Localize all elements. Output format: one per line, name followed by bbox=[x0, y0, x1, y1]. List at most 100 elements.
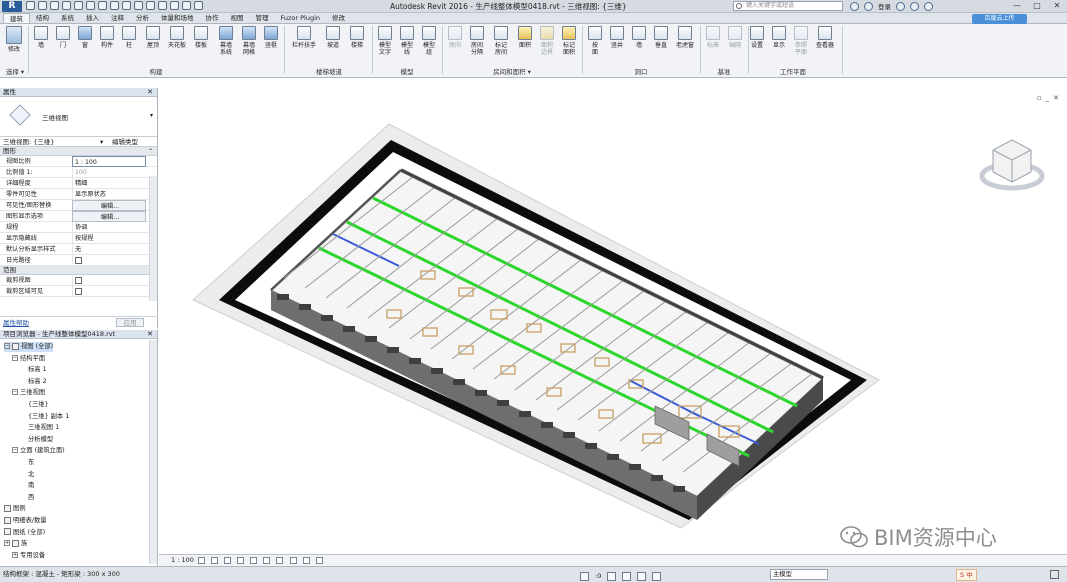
wall-button[interactable]: 墙 bbox=[30, 26, 52, 49]
properties-scrollbar[interactable] bbox=[149, 176, 157, 301]
minimize-button[interactable]: — bbox=[1007, 0, 1027, 13]
browser-tree-item[interactable]: 标高 1 bbox=[28, 365, 47, 375]
checkbox[interactable] bbox=[75, 277, 82, 284]
help-search-input[interactable]: 键入关键字或短语 bbox=[733, 1, 843, 11]
show-workplane-button[interactable]: 显示 bbox=[768, 26, 790, 49]
collapse-icon[interactable]: ⌃ bbox=[148, 147, 153, 156]
select-group-label[interactable]: 选择 ▾ bbox=[3, 66, 27, 76]
property-value[interactable]: 按规程 bbox=[72, 233, 146, 244]
thin-lines-icon[interactable] bbox=[158, 1, 167, 10]
close-button[interactable]: ✕ bbox=[1047, 0, 1067, 13]
area-button[interactable]: 面积 bbox=[514, 26, 536, 49]
apply-button[interactable]: 应用 bbox=[116, 318, 144, 327]
chevron-down-icon[interactable]: ▾ bbox=[100, 137, 103, 147]
room-button[interactable]: 房间 bbox=[444, 26, 466, 49]
exchange-icon[interactable] bbox=[896, 1, 905, 11]
user-icon[interactable] bbox=[864, 1, 873, 11]
save-icon[interactable] bbox=[38, 1, 47, 10]
crop-icon[interactable] bbox=[263, 556, 271, 564]
dimension-icon[interactable] bbox=[98, 1, 107, 10]
component-button[interactable]: 构件 bbox=[96, 26, 118, 49]
viewer-button[interactable]: 查看器 bbox=[812, 26, 838, 49]
revit-logo-icon[interactable]: R bbox=[2, 1, 22, 12]
collapse-icon[interactable]: − bbox=[4, 343, 10, 349]
tab-insert[interactable]: 插入 bbox=[80, 13, 105, 23]
view-scale[interactable]: 1 : 100 bbox=[171, 556, 194, 564]
browser-tree-item[interactable]: − 结构平面 bbox=[12, 354, 45, 364]
area-boundary-button[interactable]: 面积 边界 bbox=[536, 26, 558, 56]
column-button[interactable]: 柱 bbox=[118, 26, 140, 49]
a360-icon[interactable] bbox=[910, 1, 919, 11]
browser-tree-item[interactable]: − 视图 (全部) bbox=[4, 342, 54, 352]
customize-icon[interactable] bbox=[194, 1, 203, 10]
modify-button[interactable]: 修改 bbox=[3, 26, 25, 53]
dormer-button[interactable]: 老虎窗 bbox=[672, 26, 698, 49]
filter-icon[interactable] bbox=[1050, 570, 1059, 579]
shadows-icon[interactable] bbox=[237, 556, 245, 564]
collapse-icon[interactable]: − bbox=[12, 389, 18, 396]
measure-icon[interactable] bbox=[86, 1, 95, 10]
lock-view-icon[interactable] bbox=[289, 556, 297, 564]
room-area-group-label[interactable]: 房间和面积 ▾ bbox=[444, 66, 580, 76]
property-checkbox-cell[interactable] bbox=[72, 275, 146, 286]
tag-icon[interactable] bbox=[110, 1, 119, 10]
viewcube[interactable] bbox=[977, 132, 1047, 202]
help-icon[interactable] bbox=[924, 1, 933, 11]
railing-button[interactable]: 栏杆扶手 bbox=[290, 26, 318, 49]
visual-style-icon[interactable] bbox=[211, 556, 219, 564]
property-value[interactable]: 精细 bbox=[72, 178, 146, 189]
detail-level-icon[interactable] bbox=[197, 556, 205, 564]
browser-tree-item[interactable]: + 族 bbox=[4, 539, 27, 549]
login-label[interactable]: 登录 bbox=[878, 1, 891, 11]
browser-tree-item[interactable]: + 专用设备 bbox=[12, 551, 45, 561]
door-button[interactable]: 门 bbox=[52, 26, 74, 49]
render-icon[interactable] bbox=[250, 556, 258, 564]
undo-icon[interactable] bbox=[50, 1, 59, 10]
text-icon[interactable] bbox=[122, 1, 131, 10]
tab-systems[interactable]: 系统 bbox=[55, 13, 80, 23]
close-hidden-icon[interactable] bbox=[170, 1, 179, 10]
property-checkbox-cell[interactable] bbox=[72, 255, 146, 266]
tab-view[interactable]: 视图 bbox=[225, 13, 250, 23]
design-options-icon[interactable] bbox=[607, 572, 617, 581]
level-button[interactable]: 标高 bbox=[702, 26, 724, 49]
instance-filter[interactable]: 三维视图: {三维} ▾ 编辑类型 bbox=[0, 137, 157, 147]
browser-tree-item[interactable]: − 三维视图 bbox=[12, 388, 45, 398]
tab-fuzor-plugin[interactable]: Fuzor Plugin bbox=[275, 13, 327, 23]
tag-room-button[interactable]: 标记 房间 bbox=[490, 26, 512, 56]
baidu-upload-button[interactable]: 百度云上传 bbox=[972, 14, 1027, 24]
main-model-select[interactable]: 主模型 bbox=[770, 569, 828, 580]
close-icon[interactable]: ✕ bbox=[147, 88, 153, 97]
3d-viewport[interactable]: ▫ _ ✕ bbox=[159, 88, 1067, 554]
select-links-icon[interactable] bbox=[637, 572, 647, 581]
print-icon[interactable] bbox=[74, 1, 83, 10]
browser-tree-item[interactable]: 西 bbox=[28, 493, 34, 503]
window-button[interactable]: 窗 bbox=[74, 26, 96, 49]
tag-area-button[interactable]: 标记 面积 bbox=[558, 26, 580, 56]
floor-button[interactable]: 楼板 bbox=[190, 26, 212, 49]
switch-windows-icon[interactable] bbox=[182, 1, 191, 10]
browser-tree-item[interactable]: {三维} 副本 1 bbox=[28, 412, 69, 422]
wall-opening-button[interactable]: 墙 bbox=[628, 26, 650, 49]
model-group-button[interactable]: 模型 组 bbox=[418, 26, 440, 56]
curtain-system-button[interactable]: 幕墙 系统 bbox=[215, 26, 237, 56]
graphics-category[interactable]: 图形 ⌃ bbox=[0, 147, 157, 156]
browser-scrollbar[interactable] bbox=[149, 340, 157, 564]
mullion-button[interactable]: 竖梃 bbox=[260, 26, 282, 49]
room-separator-button[interactable]: 房间 分隔 bbox=[466, 26, 488, 56]
ref-plane-button[interactable]: 参照 平面 bbox=[790, 26, 812, 56]
checkbox[interactable] bbox=[75, 257, 82, 264]
tab-structure[interactable]: 结构 bbox=[30, 13, 55, 23]
browser-tree-item[interactable]: 北 bbox=[28, 470, 34, 480]
browser-tree-item[interactable]: 东 bbox=[28, 458, 34, 468]
sun-path-icon[interactable] bbox=[224, 556, 232, 564]
open-icon[interactable] bbox=[26, 1, 35, 10]
tab-annotate[interactable]: 注释 bbox=[105, 13, 130, 23]
browser-tree-item[interactable]: 图例 bbox=[4, 504, 26, 514]
browser-tree-item[interactable]: − 立面 (建筑立面) bbox=[12, 446, 65, 456]
tab-modify[interactable]: 修改 bbox=[326, 13, 351, 23]
property-value[interactable]: 显示原状态 bbox=[72, 189, 146, 200]
browser-tree-item[interactable]: 三维视图 1 bbox=[28, 423, 59, 433]
model-text-button[interactable]: 模型 文字 bbox=[374, 26, 396, 56]
tab-architecture[interactable]: 建筑 bbox=[3, 13, 30, 23]
